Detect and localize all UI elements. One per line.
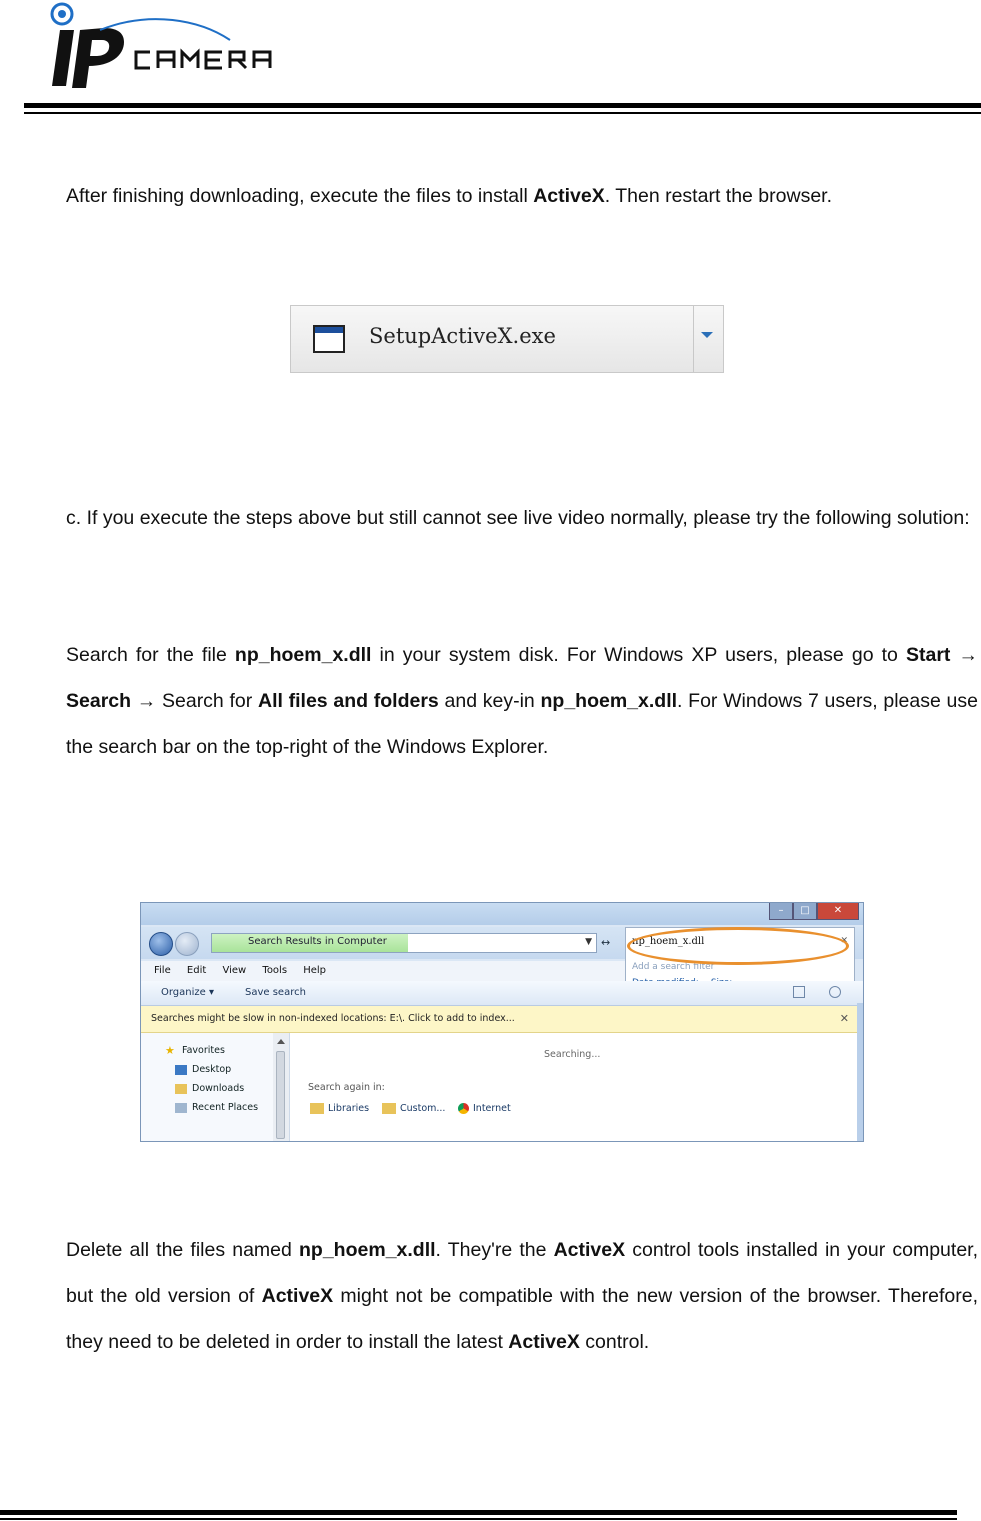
searching-status: Searching... xyxy=(544,1049,601,1060)
address-bar[interactable]: Search Results in Computer ▼ xyxy=(211,933,597,953)
help-icon[interactable] xyxy=(829,986,841,998)
menu-file[interactable]: File xyxy=(154,961,171,981)
text: and key-in xyxy=(438,690,541,712)
arrow-text: → xyxy=(950,644,978,666)
nav-desktop[interactable]: Desktop xyxy=(175,1064,231,1075)
text: → Search for xyxy=(131,690,258,712)
header-rule-thick xyxy=(24,103,981,108)
nav-downloads[interactable]: Downloads xyxy=(175,1083,244,1094)
footer-rule-thick xyxy=(0,1510,957,1515)
bold-filename: np_hoem_x.dll xyxy=(234,644,372,666)
title-bar: – □ ✕ xyxy=(141,903,863,925)
bold-filename: np_hoem_x.dll xyxy=(299,1239,436,1261)
nav-label: Favorites xyxy=(182,1045,225,1056)
text: . They're the xyxy=(435,1239,554,1261)
bold-search: Search xyxy=(66,690,132,712)
text: in your system disk. For Windows XP user… xyxy=(371,644,906,666)
bold-filename: np_hoem_x.dll xyxy=(540,690,678,712)
window-icon xyxy=(313,325,345,353)
bold-activex: ActiveX xyxy=(533,185,605,207)
menu-view[interactable]: View xyxy=(222,961,246,981)
bold-start: Start xyxy=(905,644,951,666)
search-libraries-link[interactable]: Libraries xyxy=(310,1103,369,1114)
text: Delete all the files named xyxy=(66,1239,300,1261)
download-bar-screenshot: SetupActiveX.exe xyxy=(290,305,724,373)
footer-rule-thin xyxy=(0,1518,957,1520)
info-bar[interactable]: Searches might be slow in non-indexed lo… xyxy=(141,1006,863,1033)
nav-label: Desktop xyxy=(192,1064,232,1075)
highlight-oval xyxy=(627,927,849,965)
organize-button[interactable]: Organize ▾ xyxy=(161,987,214,998)
bold-activex: ActiveX xyxy=(553,1239,626,1261)
link-label: Custom... xyxy=(400,1103,446,1114)
menu-edit[interactable]: Edit xyxy=(187,961,206,981)
preview-pane-icon[interactable] xyxy=(793,986,805,998)
text: . Then restart the browser. xyxy=(604,185,832,207)
chrome-icon xyxy=(458,1103,469,1114)
setup-file-name[interactable]: SetupActiveX.exe xyxy=(369,324,556,348)
refresh-icon[interactable]: ↔ xyxy=(601,936,610,949)
forward-button[interactable] xyxy=(175,932,199,956)
nav-favorites[interactable]: ★ Favorites xyxy=(165,1043,225,1057)
address-text: Search Results in Computer xyxy=(248,936,387,947)
window-frame xyxy=(857,1003,863,1141)
search-custom-link[interactable]: Custom... xyxy=(382,1103,445,1114)
paragraph-delete-files: Delete all the files named np_hoem_x.dll… xyxy=(66,1227,978,1365)
menu-help[interactable]: Help xyxy=(303,961,326,981)
scroll-thumb[interactable] xyxy=(276,1051,285,1139)
downloads-folder-icon xyxy=(175,1083,187,1094)
paragraph-install-activex: After finishing downloading, execute the… xyxy=(66,173,978,219)
nav-recent-places[interactable]: Recent Places xyxy=(175,1102,258,1113)
star-icon: ★ xyxy=(165,1043,175,1057)
text: c. If you execute the steps above but st… xyxy=(66,507,970,529)
ip-camera-logo xyxy=(40,0,310,92)
bold-activex: ActiveX xyxy=(261,1285,334,1307)
libraries-folder-icon xyxy=(310,1103,324,1114)
divider xyxy=(693,306,694,372)
text: control. xyxy=(579,1331,650,1353)
back-button[interactable] xyxy=(149,932,173,956)
link-label: Internet xyxy=(473,1103,511,1114)
nav-label: Downloads xyxy=(192,1083,245,1094)
paragraph-solution-intro: c. If you execute the steps above but st… xyxy=(66,495,978,541)
custom-folder-icon xyxy=(382,1103,396,1114)
close-icon[interactable]: ✕ xyxy=(817,903,859,920)
chevron-down-icon[interactable] xyxy=(701,332,713,338)
desktop-icon xyxy=(175,1064,187,1075)
results-pane: Searching... Search again in: Libraries … xyxy=(290,1033,863,1141)
windows-explorer-screenshot: – □ ✕ Search Results in Computer ▼ ↔ np_… xyxy=(140,902,864,1142)
bold-all-files: All files and folders xyxy=(257,690,439,712)
scroll-up-icon[interactable] xyxy=(277,1039,285,1044)
menu-tools[interactable]: Tools xyxy=(262,961,287,981)
navigation-pane: ★ Favorites Desktop Downloads Recent Plac… xyxy=(141,1033,274,1141)
bold-activex: ActiveX xyxy=(508,1331,580,1353)
search-again-label: Search again in: xyxy=(308,1082,385,1093)
text: Search for the file xyxy=(66,644,235,666)
menu-bar: File Edit View Tools Help xyxy=(141,961,625,981)
maximize-icon[interactable]: □ xyxy=(793,903,817,920)
link-label: Libraries xyxy=(328,1103,370,1114)
nav-label: Recent Places xyxy=(192,1102,259,1113)
text: After finishing downloading, execute the… xyxy=(66,185,534,207)
recent-places-icon xyxy=(175,1102,187,1113)
search-internet-link[interactable]: Internet xyxy=(458,1103,511,1114)
info-bar-text: Searches might be slow in non-indexed lo… xyxy=(151,1013,515,1024)
close-icon[interactable]: ✕ xyxy=(840,1012,849,1025)
command-bar: Organize ▾ Save search xyxy=(141,981,863,1006)
save-search-button[interactable]: Save search xyxy=(245,987,306,998)
minimize-icon[interactable]: – xyxy=(769,903,793,920)
chevron-down-icon[interactable]: ▼ xyxy=(585,937,592,947)
paragraph-search-file: Search for the file np_hoem_x.dll in you… xyxy=(66,632,978,770)
nav-scrollbar[interactable] xyxy=(273,1033,290,1141)
header-rule-thin xyxy=(24,112,981,114)
